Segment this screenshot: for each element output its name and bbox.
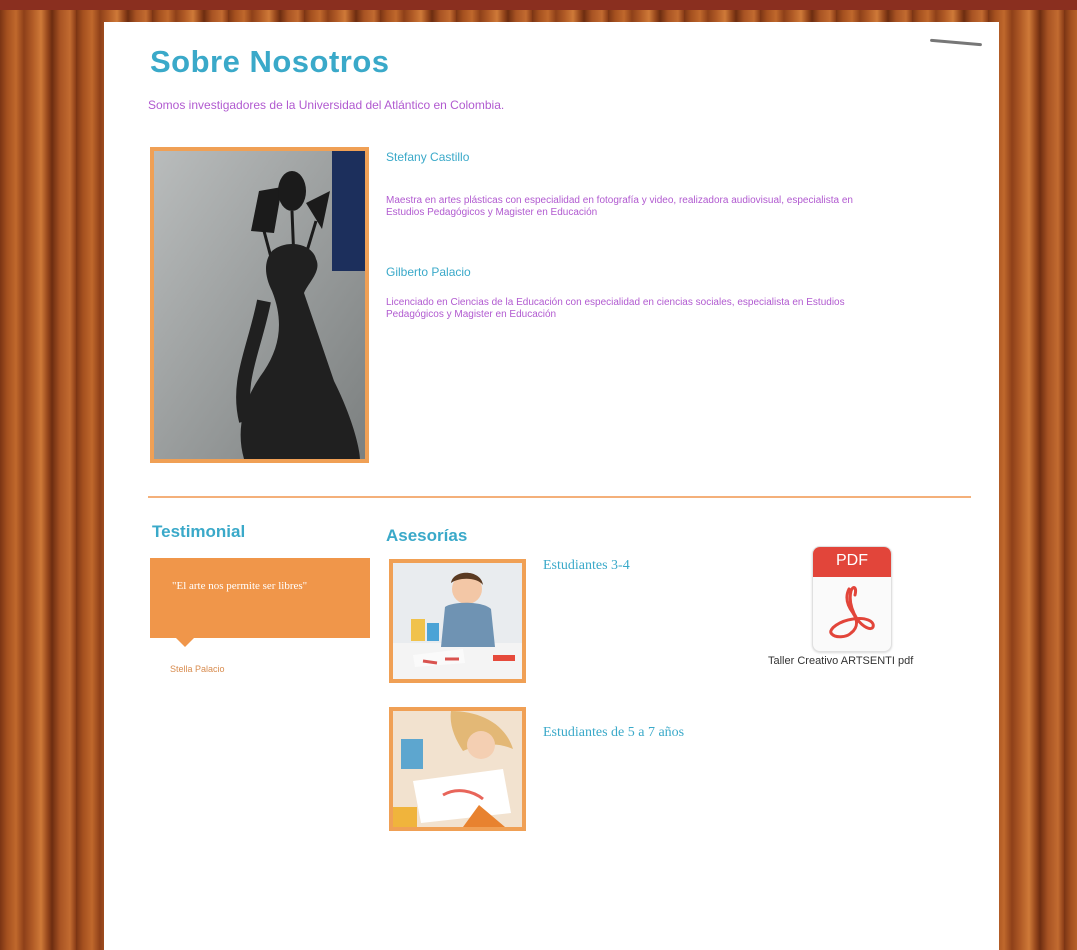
team-member-description: Maestra en artes plásticas con especiali…	[386, 195, 853, 218]
testimonial-quote: "El arte nos permite ser libres"	[172, 580, 308, 592]
pdf-download-icon[interactable]: PDF	[812, 546, 892, 652]
top-border-strip	[0, 0, 1077, 10]
shadow-puppet-illustration	[154, 151, 365, 459]
advisory-thumbnail-students-5-7[interactable]	[389, 707, 526, 831]
team-photo	[150, 147, 369, 463]
advisory-thumbnail-students-3-4[interactable]	[389, 559, 526, 683]
team-member-description: Licenciado en Ciencias de la Educación c…	[386, 297, 845, 320]
advisory-link-students-3-4[interactable]: Estudiantes 3-4	[543, 558, 630, 574]
pdf-filename[interactable]: Taller Creativo ARTSENTI pdf	[768, 655, 913, 667]
testimonial-heading: Testimonial	[152, 522, 246, 541]
testimonial-author: Stella Palacio	[170, 664, 225, 674]
testimonial-quote-box: "El arte nos permite ser libres"	[150, 558, 370, 638]
advisory-link-students-5-7[interactable]: Estudiantes de 5 a 7 años	[543, 725, 684, 741]
team-member-name: Stefany Castillo	[386, 150, 470, 164]
page-title: Sobre Nosotros	[150, 44, 390, 79]
child-drawing-photo	[393, 563, 522, 679]
section-divider	[148, 496, 971, 498]
girl-drawing-photo	[393, 711, 522, 827]
advisories-heading: Asesorías	[386, 526, 468, 545]
intro-text: Somos investigadores de la Universidad d…	[148, 98, 505, 112]
content-panel: Sobre Nosotros Somos investigadores de l…	[104, 22, 999, 950]
team-member-name: Gilberto Palacio	[386, 265, 471, 279]
close-icon[interactable]	[929, 38, 983, 47]
acrobat-logo-icon	[829, 586, 875, 639]
quote-pointer	[176, 638, 194, 647]
